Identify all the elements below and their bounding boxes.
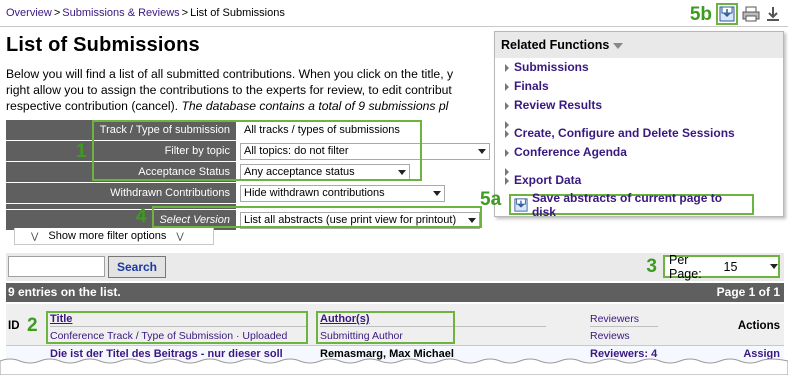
select-value: 15 (723, 259, 738, 274)
intro-line-italic: The database contains a total of 9 submi… (181, 99, 449, 113)
related-functions-list: Submissions Finals Review Results Create… (495, 58, 783, 190)
annotation-box-author (316, 311, 455, 344)
search-input[interactable] (8, 256, 105, 277)
breadcrumb-overview-link[interactable]: Overview (6, 7, 52, 19)
intro-line: respective contribution (cancel). The da… (6, 98, 496, 114)
print-icon[interactable] (742, 5, 760, 23)
intro-text: Below you will find a list of all submit… (6, 66, 496, 116)
related-spacer (505, 162, 783, 176)
annotation-label-5a: 5a (480, 189, 502, 210)
intro-line: Below you will find a list of all submit… (6, 67, 454, 81)
column-header-actions: Actions (737, 320, 780, 332)
related-link-export-data[interactable]: Export Data (505, 171, 783, 190)
related-link-agenda[interactable]: Conference Agenda (505, 143, 783, 162)
caret-down-icon (613, 42, 624, 49)
per-page-control: Per Page: 15 (663, 252, 780, 281)
intro-line: right allow you to assign the contributi… (6, 83, 452, 97)
annotation-box-1 (92, 120, 422, 181)
column-header-reviewers[interactable]: Reviewers (590, 313, 639, 325)
annotation-label-3: 3 (646, 256, 657, 277)
page-indicator: Page 1 of 1 (716, 285, 780, 299)
annotation-label-1: 1 (76, 141, 87, 162)
column-divider (590, 326, 658, 327)
breadcrumb-current: List of Submissions (190, 7, 285, 19)
filter-label: Withdrawn Contributions (6, 183, 236, 203)
torn-edge-decoration (0, 358, 788, 375)
select-value: Hide withdrawn contributions (244, 187, 385, 199)
per-page-select[interactable]: 15 (723, 259, 778, 274)
annotation-label-2: 2 (27, 315, 38, 336)
download-icon[interactable] (764, 5, 782, 23)
related-spacer (505, 115, 783, 129)
annotation-box-4 (152, 206, 482, 228)
annotation-box-2 (46, 311, 308, 344)
column-header-id[interactable]: ID (8, 320, 20, 332)
double-chevron-down-icon: ⋁ (31, 230, 39, 241)
breadcrumb: Overview > Submissions & Reviews > List of S… (6, 7, 285, 19)
header-divider (0, 26, 788, 27)
related-link-sessions[interactable]: Create, Configure and Delete Sessions (505, 124, 783, 143)
chevron-down-icon (478, 148, 486, 154)
column-header-reviews[interactable]: Reviews (590, 330, 630, 342)
show-more-filters-label: Show more filter options (48, 230, 167, 242)
breadcrumb-separator: > (181, 7, 189, 19)
double-chevron-down-icon: ⋁ (176, 230, 184, 241)
page-toolbar: 5b (690, 3, 782, 25)
related-functions-header[interactable]: Related Functions (495, 32, 783, 58)
save-to-disk-icon[interactable] (716, 3, 738, 25)
chevron-down-icon (433, 190, 441, 196)
related-functions-title: Related Functions (501, 38, 610, 52)
search-button[interactable]: Search (108, 256, 166, 278)
page-title: List of Submissions (6, 34, 200, 56)
per-page-label: Per Page: (669, 252, 702, 281)
related-link-submissions[interactable]: Submissions (505, 58, 783, 77)
search-bar: Search 3 Per Page: 15 (6, 253, 784, 281)
chevron-down-icon (770, 264, 778, 269)
annotation-label-5b: 5b (689, 3, 712, 25)
list-summary-bar: 9 entries on the list. Page 1 of 1 (6, 283, 784, 302)
related-functions-panel: Related Functions Submissions Finals Rev… (494, 31, 784, 219)
annotation-label-4: 4 (136, 206, 147, 227)
filter-row-withdrawn: Withdrawn Contributions Hide withdrawn c… (6, 183, 494, 204)
breadcrumb-submissions-link[interactable]: Submissions & Reviews (62, 7, 179, 19)
related-link-review-results[interactable]: Review Results (505, 96, 783, 115)
save-abstracts-label: Save abstracts of current page to disk (531, 190, 723, 219)
breadcrumb-separator: > (53, 7, 61, 19)
entries-count: 9 entries on the list. (8, 285, 121, 299)
withdrawn-filter-select[interactable]: Hide withdrawn contributions (240, 184, 445, 202)
intro-line-plain: respective contribution (cancel). (6, 99, 182, 113)
show-more-filters-button[interactable]: ⋁ Show more filter options ⋁ (14, 228, 214, 245)
save-abstracts-link[interactable]: Save abstracts of current page to disk (509, 191, 754, 219)
related-link-finals[interactable]: Finals (505, 77, 783, 96)
save-to-disk-icon (514, 197, 528, 212)
